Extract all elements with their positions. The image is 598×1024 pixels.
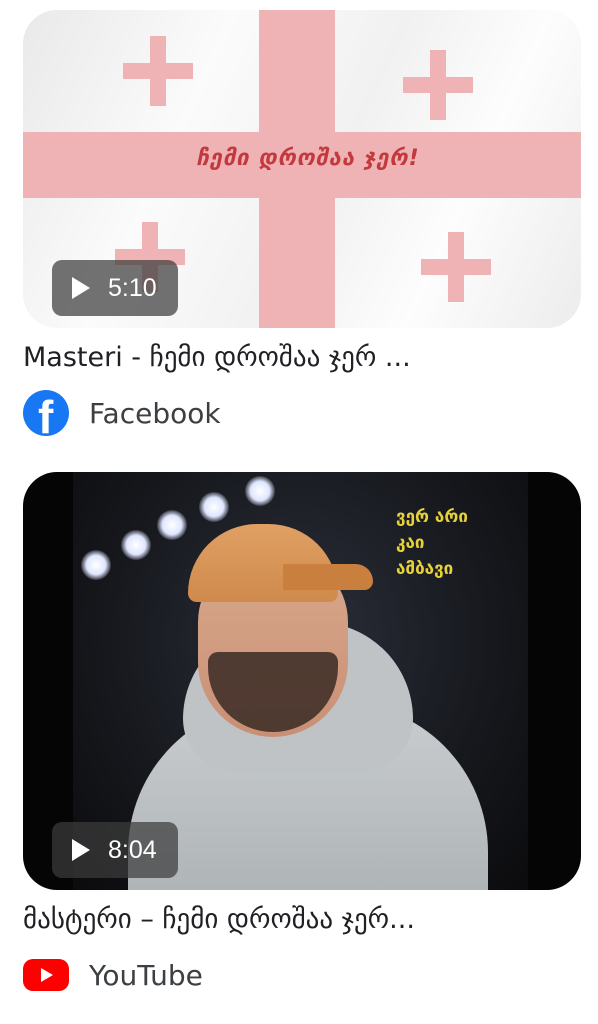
video-thumbnail[interactable]: ვერ არი კაი ამბავი 8:04 [23,472,581,890]
source-name: YouTube [89,958,203,992]
stage-light [157,510,187,540]
flag-small-cross [403,50,473,120]
flag-small-cross [123,36,193,106]
duration-text: 8:04 [108,835,157,864]
video-thumbnail[interactable]: ჩემი დროშაა ჯერ! 5:10 [23,10,581,328]
duration-badge: 8:04 [52,822,178,878]
play-icon [72,839,90,861]
caption-line: ვერ არი [396,507,468,527]
play-icon [72,277,90,299]
stage-light [81,550,111,580]
facebook-icon: f [23,390,69,436]
stage-light [199,492,229,522]
duration-text: 5:10 [108,273,157,302]
video-result-2[interactable]: ვერ არი კაი ამბავი 8:04 მასტერი – ჩემი დ… [23,472,581,992]
caption-line: ამბავი [396,559,454,579]
source-name: Facebook [89,396,221,430]
video-title[interactable]: Masteri - ჩემი დროშაა ჯერ ... [23,342,583,373]
stage-light [121,530,151,560]
youtube-icon [23,959,69,991]
stage-light [245,476,275,506]
source-row[interactable]: f Facebook [23,390,221,436]
video-result-1[interactable]: ჩემი დროშაა ჯერ! 5:10 Masteri - ჩემი დრო… [23,10,581,436]
person-cap-brim [283,564,373,590]
thumbnail-caption: ჩემი დროშაა ჯერ! [196,146,420,171]
video-title[interactable]: მასტერი – ჩემი დროშაა ჯერ... [23,904,583,935]
flag-small-cross [421,232,491,302]
thumbnail-caption: ვერ არი კაი ამბავი [396,504,516,582]
source-row[interactable]: YouTube [23,952,203,998]
caption-line: კაი [396,533,425,553]
duration-badge: 5:10 [52,260,178,316]
